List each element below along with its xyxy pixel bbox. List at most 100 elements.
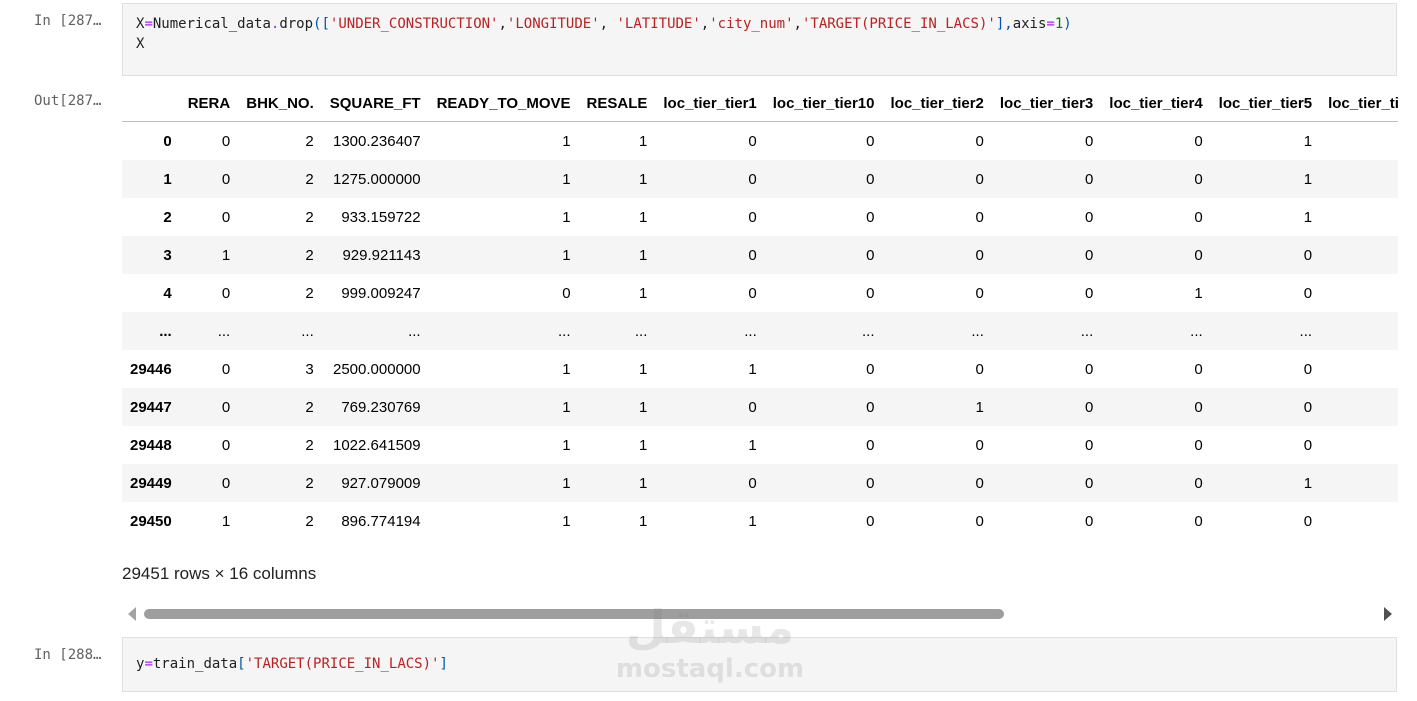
scroll-right-arrow-icon[interactable]	[1384, 607, 1392, 621]
column-header: loc_tier_tier2	[882, 85, 992, 122]
table-cell: 933.159722	[341, 208, 421, 226]
code-cell-target[interactable]: y=train_data['TARGET(PRICE_IN_LACS)']	[122, 637, 1397, 692]
table-cell: 1	[639, 208, 648, 226]
table-cell: 0	[1194, 436, 1203, 454]
table-cell: ...	[558, 322, 571, 340]
table-cell: 1	[748, 512, 757, 530]
table-cell: 0	[1303, 246, 1313, 264]
table-cell: 1	[562, 132, 571, 150]
row-index: 3	[163, 246, 172, 264]
table-cell: 1	[562, 208, 571, 226]
table-cell: 0	[1084, 474, 1094, 492]
table-cell: 2500.000000	[333, 360, 421, 378]
code-token: =	[1046, 16, 1055, 32]
table-cell: 1	[1194, 284, 1203, 302]
table-cell: 0	[748, 246, 757, 264]
dataframe-output[interactable]: RERA BHK_NO. SQUARE_FT READY_TO_MOVE RESALE l…	[122, 85, 1398, 545]
table-cell: 0	[1084, 208, 1094, 226]
table-cell: ...	[1080, 322, 1094, 340]
table-cell: ...	[217, 322, 231, 340]
table-cell: 0	[1303, 512, 1313, 530]
table-cell: 0	[866, 512, 875, 530]
table-row: 2944902927.079009110000010	[122, 464, 1398, 502]
table-cell: 0	[1303, 284, 1313, 302]
table-cell: 0	[1084, 398, 1094, 416]
scrollbar-thumb[interactable]	[144, 609, 1004, 619]
table-cell: 0	[748, 170, 757, 188]
table-cell: 0	[1320, 388, 1398, 426]
code-cell-drop[interactable]: X=Numerical_data.drop(['UNDER_CONSTRUCTI…	[122, 3, 1397, 76]
table-header-row: RERA BHK_NO. SQUARE_FT READY_TO_MOVE RESALE l…	[122, 85, 1398, 122]
table-cell: ...	[301, 322, 314, 340]
table-cell: 0	[1320, 122, 1398, 161]
table-cell: 1	[562, 512, 571, 530]
table-cell: 0	[866, 474, 875, 492]
table-cell: 1	[1303, 208, 1313, 226]
horizontal-scrollbar[interactable]	[122, 603, 1398, 625]
table-cell: 0	[1303, 360, 1313, 378]
table-cell: 1	[639, 512, 648, 530]
table-cell: 0	[1303, 436, 1313, 454]
table-cell: 0	[1084, 170, 1094, 188]
table-cell: 0	[221, 474, 231, 492]
code-token: ],	[995, 16, 1013, 32]
table-cell: 0	[866, 170, 875, 188]
table-cell: 1	[1303, 474, 1313, 492]
table-cell: ...	[1299, 322, 1313, 340]
table-cell: 0	[1320, 350, 1398, 388]
table-row: 29448021022.641509111000000	[122, 426, 1398, 464]
scroll-left-arrow-icon[interactable]	[128, 607, 136, 621]
table-cell: 0	[975, 360, 984, 378]
table-cell: 1	[562, 398, 571, 416]
column-header: RESALE	[578, 85, 656, 122]
table-cell: 1	[221, 246, 231, 264]
code-token: ,	[700, 16, 710, 32]
output-prompt: Out[287…	[34, 93, 102, 109]
table-cell: 0	[975, 170, 984, 188]
table-cell: 0	[221, 398, 231, 416]
table-cell: 0	[866, 246, 875, 264]
code-token: drop	[279, 16, 314, 32]
table-cell: 1	[748, 360, 757, 378]
table-cell: 0	[975, 512, 984, 530]
table-cell: 1	[975, 398, 984, 416]
table-cell: 0	[1320, 464, 1398, 502]
column-header: loc_tier_tier4	[1101, 85, 1211, 122]
table-cell: 0	[866, 436, 875, 454]
table-row: 0021300.236407110000010	[122, 122, 1398, 161]
table-cell: 0	[1084, 246, 1094, 264]
table-cell: 0	[1194, 208, 1203, 226]
table-cell: 999.009247	[341, 284, 421, 302]
table-cell: 0	[221, 284, 231, 302]
table-cell: 1	[639, 170, 648, 188]
table-cell: 1275.000000	[333, 170, 421, 188]
table-cell: 2	[305, 512, 314, 530]
column-header: loc_tier_tier10	[764, 85, 883, 122]
row-index: 29450	[130, 512, 172, 530]
column-header: loc_tier_tier1	[655, 85, 765, 122]
table-cell: 2	[305, 398, 314, 416]
code-token: ,	[793, 16, 802, 32]
table-cell: 0	[1320, 502, 1398, 540]
code-token: Numerical_data	[152, 16, 271, 32]
code-token: =	[144, 656, 153, 672]
table-cell: 0	[748, 132, 757, 150]
dataframe-table: RERA BHK_NO. SQUARE_FT READY_TO_MOVE RESALE l…	[122, 85, 1398, 540]
column-header: loc_tier_tier3	[991, 85, 1102, 122]
table-cell: 1	[639, 132, 648, 150]
table-cell: 2	[305, 474, 314, 492]
dataframe-shape: 29451 rows × 16 columns	[122, 564, 317, 583]
table-cell: 1	[748, 436, 757, 454]
table-cell: 0	[1194, 398, 1203, 416]
table-cell: 2	[305, 436, 314, 454]
table-cell: ...	[744, 322, 757, 340]
table-cell: 1	[1303, 132, 1313, 150]
table-cell: 0	[221, 436, 231, 454]
column-header: SQUARE_FT	[321, 85, 429, 122]
table-cell: 0	[975, 436, 984, 454]
code-token: ]	[439, 656, 448, 672]
table-cell: 0	[748, 474, 757, 492]
table-cell: 0	[1320, 274, 1398, 312]
row-index: 4	[163, 284, 172, 302]
table-cell: 0	[1194, 246, 1203, 264]
